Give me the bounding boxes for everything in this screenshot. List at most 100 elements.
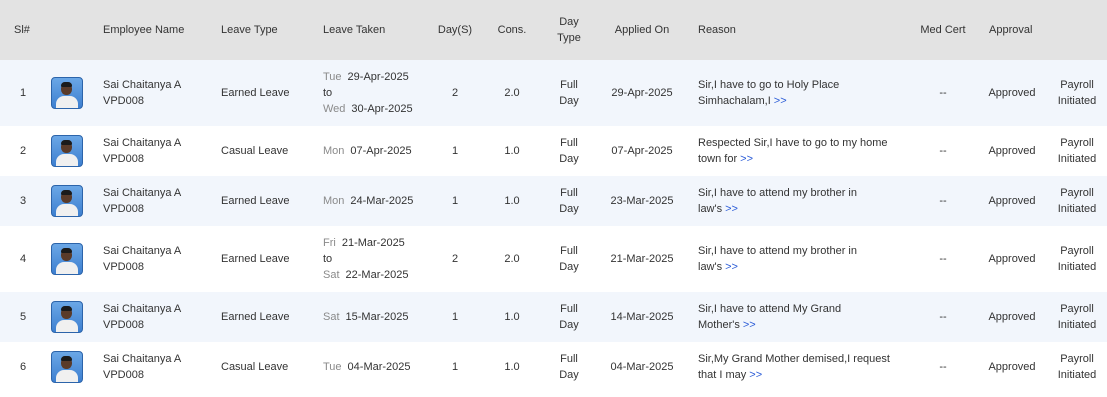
days-cell: 1 <box>430 342 480 392</box>
applied-on-date: 29-Apr-2025 <box>611 87 673 99</box>
from-day: Sat <box>323 311 340 323</box>
cons-value: 2.0 <box>504 87 520 99</box>
med-cert-cell: -- <box>913 126 973 176</box>
avatar-cell <box>51 126 83 176</box>
table-row[interactable]: 5 Sai Chaitanya A VPD008 Earned Leave Sa… <box>0 292 1107 342</box>
reason-line1: Sir,I have to attend My Grand <box>698 303 842 315</box>
payroll-status-line1: Payroll <box>1060 303 1094 315</box>
payroll-status-line2: Initiated <box>1057 369 1097 381</box>
table-row[interactable]: 1 Sai Chaitanya A VPD008 Earned Leave Tu… <box>0 60 1107 126</box>
header-cons: Cons. <box>497 24 527 36</box>
avatar[interactable] <box>51 77 83 109</box>
header-employee-name: Employee Name <box>103 24 185 36</box>
employee-name: Sai Chaitanya A <box>103 187 182 199</box>
leave-type-cell: Earned Leave <box>221 60 311 126</box>
row-sl: 2 <box>8 126 38 176</box>
header-approval: Approval <box>989 24 1033 36</box>
days-cell: 1 <box>430 292 480 342</box>
avatar[interactable] <box>51 351 83 383</box>
read-more-link[interactable]: >> <box>725 203 738 215</box>
read-more-link[interactable]: >> <box>725 261 738 273</box>
leave-taken-cell: Fri 21-Mar-2025 to Sat 22-Mar-2025 <box>323 226 428 292</box>
cons-cell: 1.0 <box>487 342 537 392</box>
table-row[interactable]: 2 Sai Chaitanya A VPD008 Casual Leave Mo… <box>0 126 1107 176</box>
reason-cell: Sir,I have to go to Holy Place Simhachal… <box>698 60 903 126</box>
sl-number: 2 <box>19 145 27 157</box>
day-type-cell: Full Day <box>544 226 594 292</box>
reason-line2: law's <box>698 203 723 215</box>
reason-line1: Sir,I have to attend my brother in <box>698 245 857 257</box>
read-more-link[interactable]: >> <box>749 369 762 381</box>
day-type-cell: Full Day <box>544 60 594 126</box>
sl-number: 4 <box>19 253 27 265</box>
day-type-line2: Day <box>559 319 579 331</box>
header-med-cert: Med Cert <box>920 24 966 36</box>
employee-cell: Sai Chaitanya A VPD008 <box>103 226 213 292</box>
header-sl: Sl# <box>14 24 30 36</box>
read-more-link[interactable]: >> <box>740 153 753 165</box>
employee-code: VPD008 <box>103 153 144 165</box>
payroll-status-line1: Payroll <box>1060 137 1094 149</box>
applied-on-date: 07-Apr-2025 <box>611 145 673 157</box>
approval-cell: Approved <box>982 126 1042 176</box>
leave-type-cell: Earned Leave <box>221 176 311 226</box>
table-row[interactable]: 3 Sai Chaitanya A VPD008 Earned Leave Mo… <box>0 176 1107 226</box>
day-type-line2: Day <box>559 203 579 215</box>
employee-name: Sai Chaitanya A <box>103 245 182 257</box>
table-body: 1 Sai Chaitanya A VPD008 Earned Leave Tu… <box>0 60 1107 392</box>
avatar[interactable] <box>51 301 83 333</box>
day-type-line2: Day <box>559 261 579 273</box>
applied-on-date: 14-Mar-2025 <box>610 311 674 323</box>
approval-cell: Approved <box>982 60 1042 126</box>
table-row[interactable]: 4 Sai Chaitanya A VPD008 Earned Leave Fr… <box>0 226 1107 292</box>
row-sl: 1 <box>8 60 38 126</box>
med-cert-cell: -- <box>913 292 973 342</box>
med-cert-cell: -- <box>913 342 973 392</box>
employee-code: VPD008 <box>103 369 144 381</box>
days-cell: 2 <box>430 60 480 126</box>
approval-status: Approved <box>988 195 1036 207</box>
header-days: Day(S) <box>437 24 473 36</box>
payroll-status-line1: Payroll <box>1060 353 1094 365</box>
leave-table: Sl# Employee Name Leave Type Leave Taken… <box>0 0 1107 392</box>
table-row[interactable]: 6 Sai Chaitanya A VPD008 Casual Leave Tu… <box>0 342 1107 392</box>
days-count: 2 <box>451 253 459 265</box>
cons-cell: 1.0 <box>487 126 537 176</box>
leave-type-cell: Casual Leave <box>221 342 311 392</box>
reason-line1: Sir,I have to attend my brother in <box>698 187 857 199</box>
row-sl: 4 <box>8 226 38 292</box>
employee-cell: Sai Chaitanya A VPD008 <box>103 342 213 392</box>
leave-type-cell: Earned Leave <box>221 226 311 292</box>
read-more-link[interactable]: >> <box>743 319 756 331</box>
sl-number: 5 <box>19 311 27 323</box>
read-more-link[interactable]: >> <box>774 95 787 107</box>
to-date: 22-Mar-2025 <box>345 269 409 281</box>
leave-type: Earned Leave <box>221 311 290 323</box>
med-cert-value: -- <box>939 87 947 99</box>
avatar[interactable] <box>51 135 83 167</box>
avatar-cell <box>51 60 83 126</box>
med-cert-cell: -- <box>913 176 973 226</box>
from-day: Mon <box>323 145 345 157</box>
from-day: Tue <box>323 361 342 373</box>
leave-taken-cell: Tue 29-Apr-2025 to Wed 30-Apr-2025 <box>323 60 428 126</box>
leave-type: Earned Leave <box>221 87 290 99</box>
payroll-status-line2: Initiated <box>1057 95 1097 107</box>
avatar[interactable] <box>51 185 83 217</box>
payroll-status-line2: Initiated <box>1057 261 1097 273</box>
day-type-line1: Full <box>560 245 578 257</box>
to-date: 30-Apr-2025 <box>351 103 413 115</box>
approval-status: Approved <box>988 253 1036 265</box>
reason-cell: Sir,My Grand Mother demised,I request th… <box>698 342 903 392</box>
days-cell: 1 <box>430 176 480 226</box>
from-date: 21-Mar-2025 <box>341 237 405 249</box>
cons-cell: 2.0 <box>487 226 537 292</box>
payroll-status-line2: Initiated <box>1057 319 1097 331</box>
avatar-cell <box>51 176 83 226</box>
payroll-status-line1: Payroll <box>1060 187 1094 199</box>
day-type-line1: Full <box>560 353 578 365</box>
avatar[interactable] <box>51 243 83 275</box>
payroll-status-cell: Payroll Initiated <box>1049 342 1105 392</box>
reason-cell: Sir,I have to attend my brother in law's… <box>698 226 903 292</box>
days-count: 1 <box>451 361 459 373</box>
